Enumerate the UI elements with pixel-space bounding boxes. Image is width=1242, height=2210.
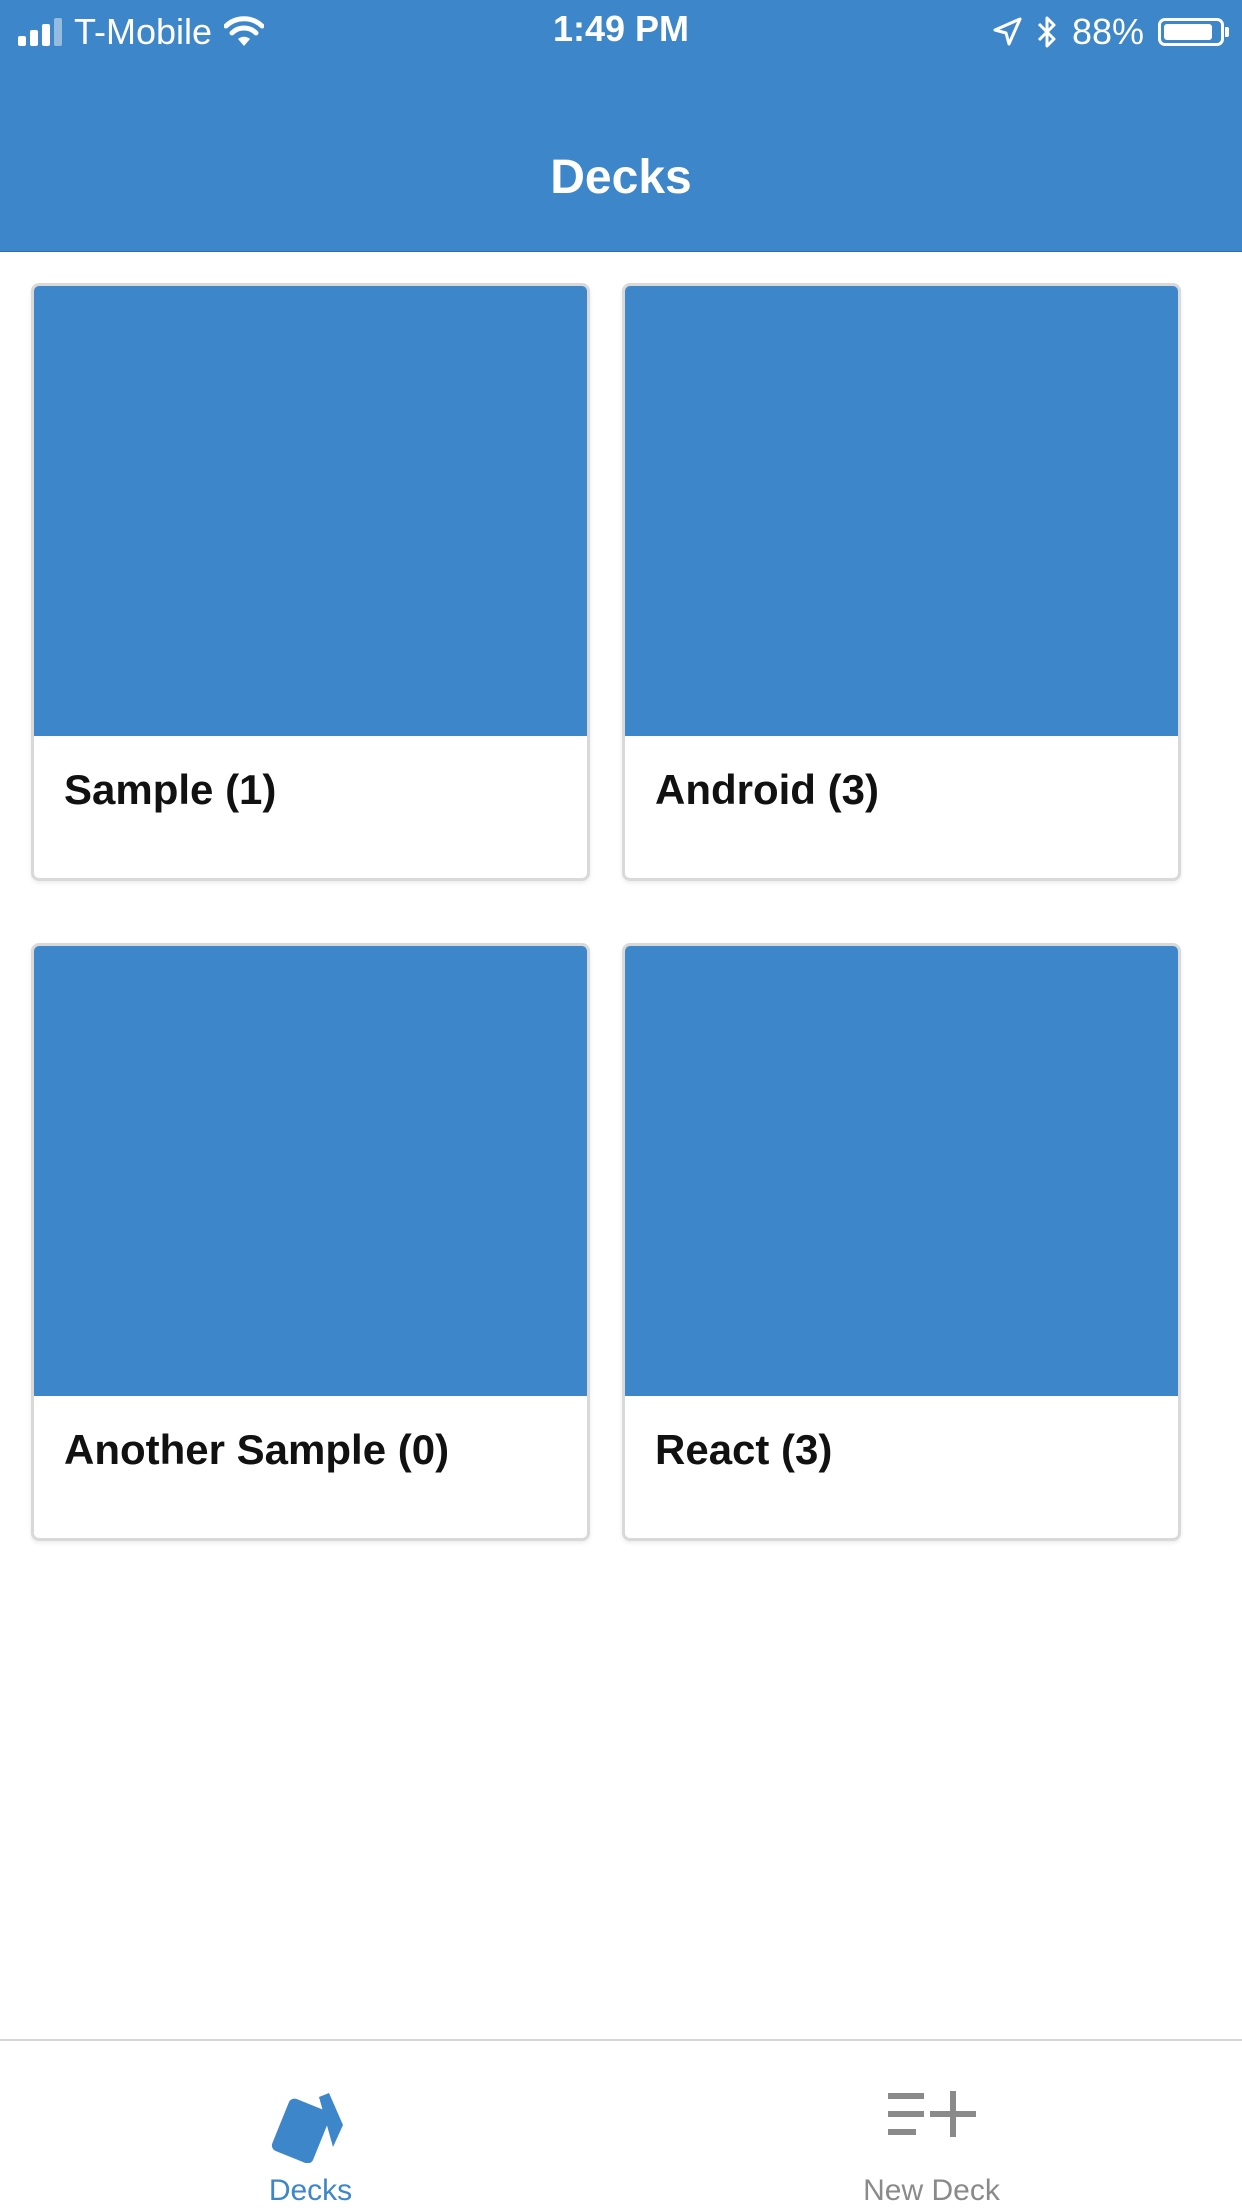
deck-card[interactable]: Sample (1) — [31, 283, 590, 881]
cards-icon — [271, 2093, 343, 2163]
deck-grid: Sample (1) Android (3) Another Sample (0… — [31, 283, 1181, 1541]
status-right: 88% — [992, 10, 1229, 54]
deck-cover — [625, 286, 1178, 736]
battery-level-fill — [1164, 24, 1212, 40]
deck-title: React (3) — [655, 1426, 833, 1473]
deck-cover — [625, 946, 1178, 1396]
deck-card[interactable]: Another Sample (0) — [31, 943, 590, 1541]
battery-icon — [1158, 18, 1229, 46]
location-arrow-icon — [993, 17, 1022, 46]
deck-cover — [34, 946, 587, 1396]
tab-new-deck[interactable]: New Deck — [621, 2041, 1242, 2210]
tab-label: New Deck — [863, 2174, 1000, 2207]
deck-title: Another Sample (0) — [64, 1426, 450, 1473]
tab-decks[interactable]: Decks — [0, 2041, 621, 2210]
bluetooth-icon — [1037, 16, 1056, 48]
deck-title: Sample (1) — [64, 766, 277, 813]
tab-label: Decks — [268, 2174, 353, 2207]
deck-title: Android (3) — [655, 766, 879, 813]
battery-percentage: 88% — [1071, 11, 1144, 52]
deck-card[interactable]: Android (3) — [622, 283, 1181, 881]
deck-cover — [34, 286, 587, 736]
status-bar: T-Mobile 1:49 PM 88% — [0, 0, 1242, 64]
deck-card[interactable]: React (3) — [622, 943, 1181, 1541]
page-title: Decks — [550, 151, 692, 204]
app-header: T-Mobile 1:49 PM 88% Decks — [0, 0, 1242, 252]
playlist-add-icon — [887, 2091, 976, 2137]
bottom-tab-bar: Decks New Deck — [0, 2039, 1242, 2210]
